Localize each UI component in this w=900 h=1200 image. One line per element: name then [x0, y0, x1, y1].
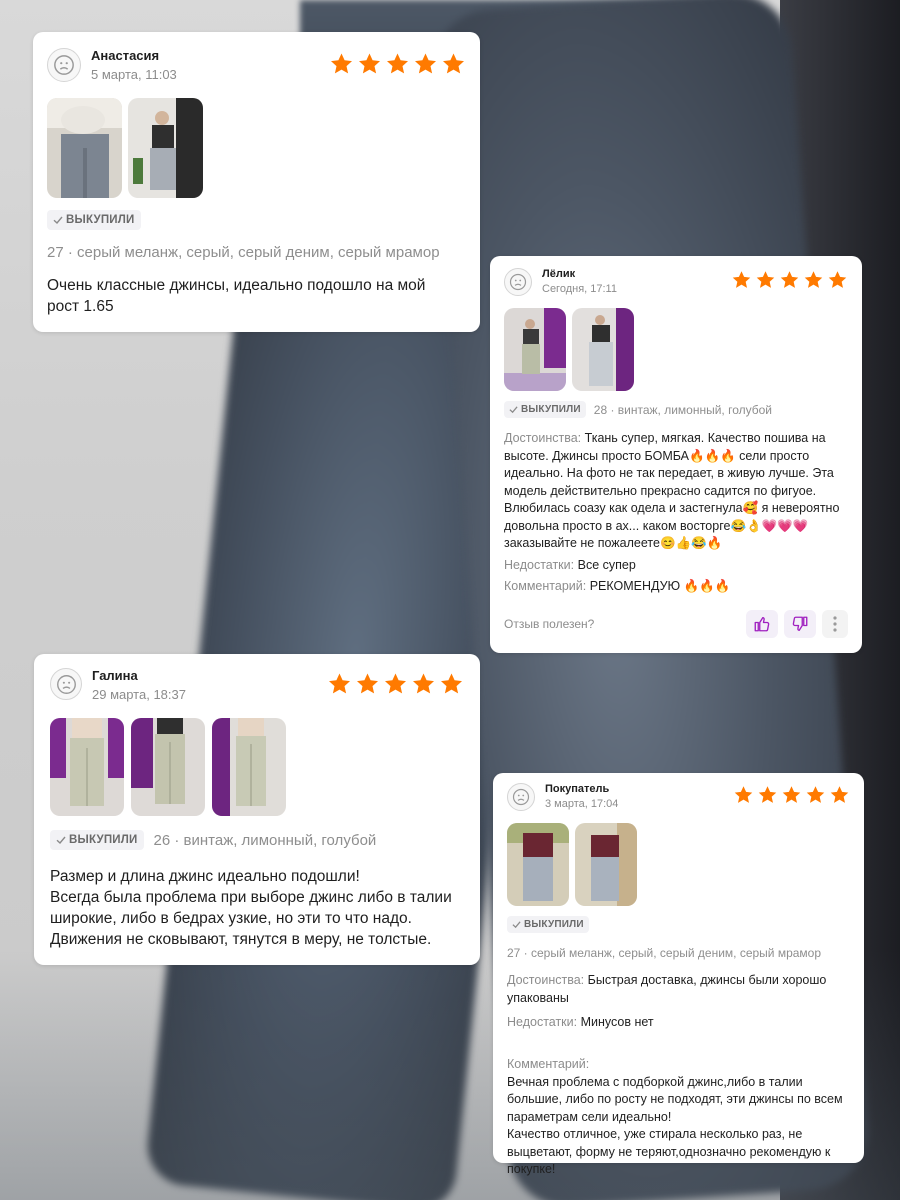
star-icon: [441, 673, 462, 694]
star-icon: [734, 786, 753, 803]
like-button[interactable]: [746, 609, 778, 638]
review-photo[interactable]: [507, 823, 569, 906]
star-icon: [782, 786, 801, 803]
rating-stars: [329, 52, 466, 76]
variant-info: 28 · винтаж, лимонный, голубой: [593, 402, 773, 417]
purchased-badge: ВЫКУПИЛИ: [504, 401, 586, 418]
pros-label: Достоинства:: [507, 973, 585, 987]
check-icon: [56, 836, 66, 845]
avatar: [507, 783, 535, 811]
user-avatar-icon: [54, 55, 74, 75]
review-photos: [47, 98, 466, 198]
star-icon: [415, 53, 436, 74]
review-photo[interactable]: [575, 823, 637, 906]
star-icon: [828, 271, 847, 288]
avatar: [504, 268, 532, 296]
review-date: Сегодня, 17:11: [542, 283, 617, 295]
badge-label: ВЫКУПИЛИ: [521, 404, 581, 415]
review-card: Покупатель 3 марта, 17:04 ВЫКУПИЛИ 27 · …: [493, 773, 864, 1176]
review-photos: [50, 718, 464, 816]
cons-label: Недостатки:: [507, 1015, 578, 1029]
comment-text: Вечная проблема с подборкой джинс,либо в…: [507, 1074, 843, 1177]
user-avatar-icon: [56, 674, 76, 694]
star-icon: [443, 53, 464, 74]
badge-label: ВЫКУПИЛИ: [66, 214, 135, 226]
variant-info: 27 · серый меланж, серый, серый деним, с…: [47, 244, 440, 261]
reviewer-name: Анастасия: [91, 48, 160, 63]
user-avatar-icon: [512, 788, 530, 806]
review-card: Лёлик Сегодня, 17:11 ВЫКУПИЛИ 28 · винта…: [490, 256, 862, 653]
review-photo[interactable]: [50, 718, 124, 816]
reviewer-name: Галина: [92, 668, 138, 683]
star-icon: [357, 673, 378, 694]
rating-stars: [733, 785, 850, 805]
review-photo[interactable]: [47, 98, 122, 198]
star-icon: [385, 673, 406, 694]
star-icon: [331, 53, 352, 74]
pros-label: Достоинства:: [504, 431, 582, 445]
star-icon: [359, 53, 380, 74]
cons-label: Недостатки:: [504, 557, 575, 572]
thumbs-up-icon: [754, 616, 770, 631]
review-card: Анастасия 5 марта, 11:03 ВЫКУПИЛИ 27 · с…: [33, 32, 480, 332]
variant-info: 27 · серый меланж, серый, серый деним, с…: [507, 946, 822, 960]
review-photos: [504, 308, 848, 391]
star-icon: [329, 673, 350, 694]
star-icon: [732, 271, 751, 288]
reviewer-name: Лёлик: [542, 268, 576, 280]
review-text: Очень классные джинсы, идеально подошло …: [47, 277, 426, 315]
star-icon: [830, 786, 849, 803]
review-photo[interactable]: [131, 718, 205, 816]
cons-text: Минусов нет: [580, 1015, 654, 1029]
review-date: 3 марта, 17:04: [545, 798, 619, 810]
thumbs-down-icon: [792, 616, 808, 631]
rating-stars: [327, 672, 464, 696]
star-icon: [780, 271, 799, 288]
check-icon: [509, 406, 518, 414]
avatar: [47, 48, 81, 82]
cons-text: Все супер: [577, 557, 636, 572]
star-icon: [413, 673, 434, 694]
dislike-button[interactable]: [784, 609, 816, 638]
review-photos: [507, 823, 850, 906]
badge-label: ВЫКУПИЛИ: [524, 919, 584, 930]
review-date: 5 марта, 11:03: [91, 67, 177, 82]
more-vertical-icon: [833, 615, 837, 632]
comment-label: Комментарий:: [507, 1057, 590, 1071]
review-photo[interactable]: [212, 718, 286, 816]
star-icon: [758, 786, 777, 803]
avatar: [50, 668, 82, 700]
rating-stars: [731, 270, 848, 290]
review-text: Размер и длина джинс идеально подошли! В…: [50, 868, 452, 948]
purchased-badge: ВЫКУПИЛИ: [47, 210, 141, 230]
pros-text: Ткань супер, мягкая. Качество пошива на …: [504, 431, 840, 550]
review-card: Галина 29 марта, 18:37 ВЫКУПИЛИ 26 · вин…: [34, 654, 480, 965]
comment-text: РЕКОМЕНДУЮ 🔥🔥🔥: [589, 579, 731, 593]
star-icon: [806, 786, 825, 803]
review-photo[interactable]: [128, 98, 203, 198]
check-icon: [53, 216, 63, 225]
badge-label: ВЫКУПИЛИ: [69, 834, 138, 846]
purchased-badge: ВЫКУПИЛИ: [50, 830, 144, 850]
star-icon: [756, 271, 775, 288]
star-icon: [387, 53, 408, 74]
helpful-prompt: Отзыв полезен?: [504, 616, 595, 631]
variant-info: 26 · винтаж, лимонный, голубой: [153, 831, 377, 849]
purchased-badge: ВЫКУПИЛИ: [507, 916, 589, 933]
user-avatar-icon: [509, 273, 527, 291]
review-photo[interactable]: [572, 308, 634, 391]
review-photo[interactable]: [504, 308, 566, 391]
more-button[interactable]: [822, 609, 848, 638]
check-icon: [512, 921, 521, 929]
star-icon: [804, 271, 823, 288]
comment-label: Комментарий:: [504, 579, 587, 593]
review-date: 29 марта, 18:37: [92, 687, 186, 702]
reviewer-name: Покупатель: [545, 783, 610, 795]
